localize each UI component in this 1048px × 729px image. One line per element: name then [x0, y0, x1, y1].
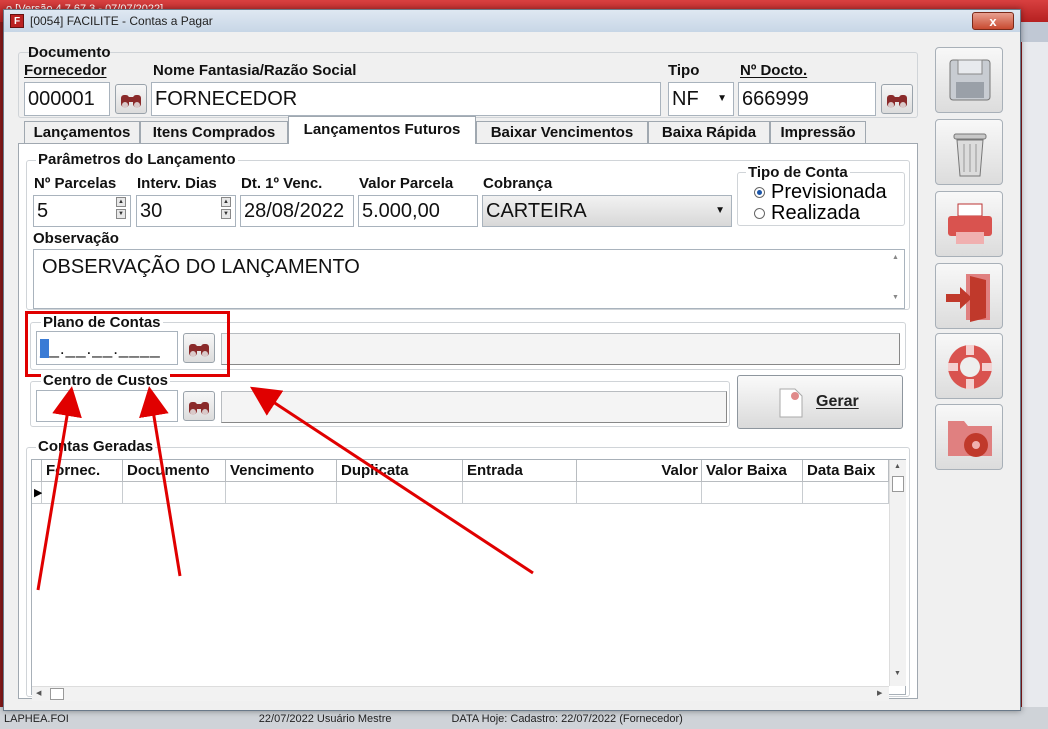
annotation-arrow-1 — [36, 386, 82, 591]
tab-lancamentos-futuros[interactable]: Lançamentos Futuros — [288, 116, 476, 144]
annotation-arrow-3 — [249, 386, 534, 575]
annotation-arrow-2 — [139, 386, 182, 577]
annotation-arrows — [36, 386, 534, 591]
